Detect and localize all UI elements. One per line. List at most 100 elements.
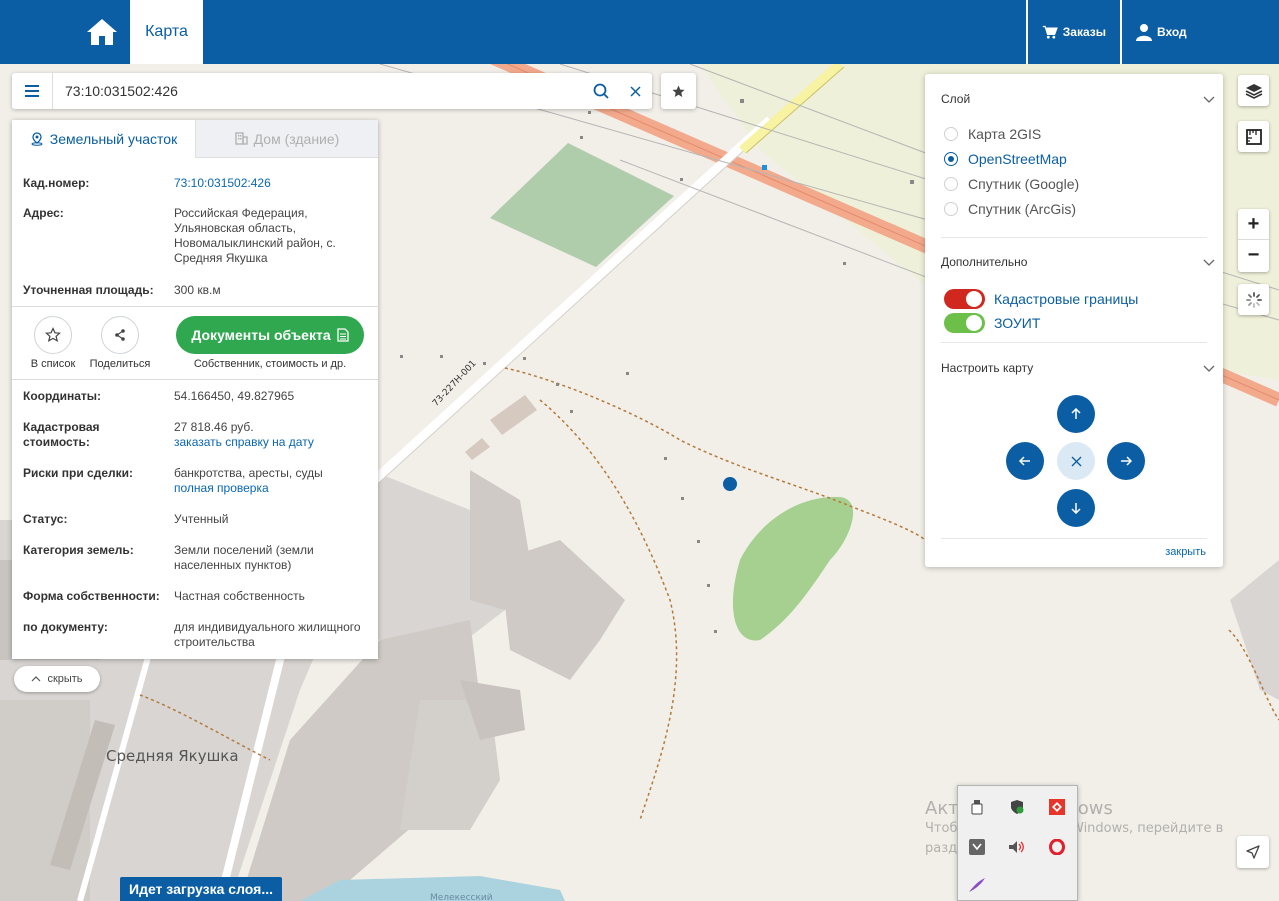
extra-section-title: Дополнительно	[941, 255, 1028, 269]
cart-icon	[1042, 25, 1058, 39]
anydesk-icon[interactable]	[1048, 798, 1066, 816]
user-icon	[1136, 24, 1152, 41]
config-section-title: Настроить карту	[941, 361, 1034, 375]
layer-option-osm[interactable]: OpenStreetMap	[944, 151, 1067, 167]
cad-number-link[interactable]: 73:10:031502:426	[174, 176, 271, 190]
layers-panel: Слой Карта 2GIS OpenStreetMap Спутник (G…	[925, 74, 1223, 567]
address-label: Адрес:	[23, 206, 64, 220]
shield-icon[interactable]	[1008, 798, 1026, 816]
object-documents-subtitle: Собственник, стоимость и др.	[193, 358, 347, 370]
search-input[interactable]	[53, 74, 584, 108]
share-icon	[115, 329, 125, 341]
close-layers-link[interactable]: закрыть	[1165, 546, 1206, 558]
feather-icon[interactable]	[968, 876, 986, 894]
radio-button[interactable]	[944, 127, 958, 141]
zoom-out-button[interactable]: −	[1238, 240, 1269, 271]
layers-toggle-button[interactable]	[1238, 75, 1269, 106]
tab-map[interactable]: Карта	[130, 0, 203, 64]
toggle-switch[interactable]	[944, 313, 985, 333]
share-button[interactable]	[101, 316, 139, 354]
address-line: Ульяновская область,	[174, 221, 296, 235]
opera-icon[interactable]	[1048, 838, 1066, 856]
address-line: Средняя Якушка	[174, 251, 268, 265]
address-line: Новомалыклинский район, с.	[174, 236, 336, 250]
clear-search-button[interactable]	[618, 73, 652, 109]
order-certificate-link[interactable]: заказать справку на дату	[174, 435, 314, 449]
measure-button[interactable]	[1238, 121, 1269, 152]
overlay-cadastral-borders[interactable]: Кадастровые границы	[944, 289, 1138, 309]
star-outline-icon	[45, 327, 61, 343]
layer-section-header[interactable]: Слой	[941, 92, 1215, 106]
risks-label: Риски при сделки:	[23, 466, 134, 480]
geolocate-button[interactable]	[1237, 836, 1269, 868]
arrow-down-icon	[1071, 503, 1081, 514]
arrow-right-icon	[1121, 456, 1132, 466]
layer-option-label: OpenStreetMap	[968, 151, 1067, 167]
parcel-info-panel: Земельный участок Дом (здание) Кад.номер…	[12, 120, 378, 659]
radio-button[interactable]	[944, 202, 958, 216]
status-label: Статус:	[23, 512, 68, 526]
arrow-up-icon	[1071, 408, 1081, 419]
overlay-zouit[interactable]: ЗОУИТ	[944, 313, 1040, 333]
pan-up-button[interactable]	[1057, 395, 1095, 433]
status-value: Учтенный	[174, 512, 229, 526]
tab-land-plot[interactable]: Земельный участок	[12, 120, 195, 158]
area-value: 300 кв.м	[174, 283, 221, 297]
spinner-icon	[1245, 291, 1262, 308]
tab-land-plot-label: Земельный участок	[49, 131, 178, 147]
system-tray-overflow	[957, 785, 1078, 901]
water-label: Мелекесский	[430, 893, 493, 901]
by-document-line: для индивидуального жилищного	[174, 620, 361, 634]
full-check-link[interactable]: полная проверка	[174, 481, 269, 495]
network-icon[interactable]	[968, 838, 986, 856]
config-section-header[interactable]: Настроить карту	[941, 361, 1215, 375]
by-document-line: строительства	[174, 635, 255, 649]
divider	[12, 306, 378, 307]
pan-down-button[interactable]	[1057, 489, 1095, 527]
extra-section-header[interactable]: Дополнительно	[941, 255, 1215, 269]
reset-view-button[interactable]	[1057, 442, 1095, 480]
divider	[941, 237, 1207, 238]
layer-option-arcgis[interactable]: Спутник (ArcGis)	[944, 201, 1076, 217]
layer-option-label: Карта 2GIS	[968, 126, 1042, 142]
login-button[interactable]: Вход	[1120, 0, 1279, 64]
pan-left-button[interactable]	[1006, 442, 1044, 480]
star-icon	[672, 85, 685, 97]
layer-option-2gis[interactable]: Карта 2GIS	[944, 126, 1041, 142]
risks-value: банкротства, аресты, суды полная проверк…	[174, 466, 368, 496]
pan-right-button[interactable]	[1107, 442, 1145, 480]
menu-button[interactable]	[12, 73, 53, 109]
radio-button[interactable]	[944, 177, 958, 191]
home-button[interactable]	[80, 10, 124, 54]
layer-section-title: Слой	[941, 92, 971, 106]
search-button[interactable]	[584, 73, 618, 109]
orders-button[interactable]: Заказы	[1026, 0, 1120, 64]
radio-button-selected[interactable]	[944, 152, 958, 166]
object-documents-button[interactable]: Документы объекта	[176, 316, 364, 354]
land-category-value: Земли поселений (земли населенных пункто…	[174, 543, 368, 573]
map-pin-icon	[31, 132, 43, 146]
volume-icon[interactable]	[1008, 838, 1026, 856]
zoom-in-button[interactable]: +	[1238, 209, 1269, 240]
login-label: Вход	[1157, 25, 1187, 39]
usb-icon[interactable]	[968, 798, 986, 816]
arrow-left-icon	[1019, 456, 1030, 466]
loading-indicator-button[interactable]	[1238, 284, 1269, 315]
favorites-button[interactable]	[661, 73, 696, 109]
layer-option-google[interactable]: Спутник (Google)	[944, 176, 1079, 192]
layer-option-label: Спутник (Google)	[968, 176, 1080, 192]
coordinates-label: Координаты:	[23, 389, 102, 403]
hide-panel-button[interactable]: скрыть	[14, 666, 100, 692]
hamburger-icon	[25, 85, 39, 97]
top-navbar: Карта Заказы Вход	[0, 0, 1279, 64]
search-bar	[12, 73, 652, 109]
address-line: Российская Федерация,	[174, 206, 308, 220]
add-to-list-button[interactable]	[34, 316, 72, 354]
cad-number-label: Кад.номер:	[23, 176, 90, 190]
tab-building[interactable]: Дом (здание)	[195, 120, 378, 158]
by-document-label: по документу:	[23, 620, 108, 634]
chevron-down-icon	[1203, 96, 1215, 103]
zoom-control: + −	[1238, 209, 1269, 272]
toggle-switch[interactable]	[944, 289, 985, 309]
cad-cost-label-line: Кадастровая	[23, 420, 100, 434]
